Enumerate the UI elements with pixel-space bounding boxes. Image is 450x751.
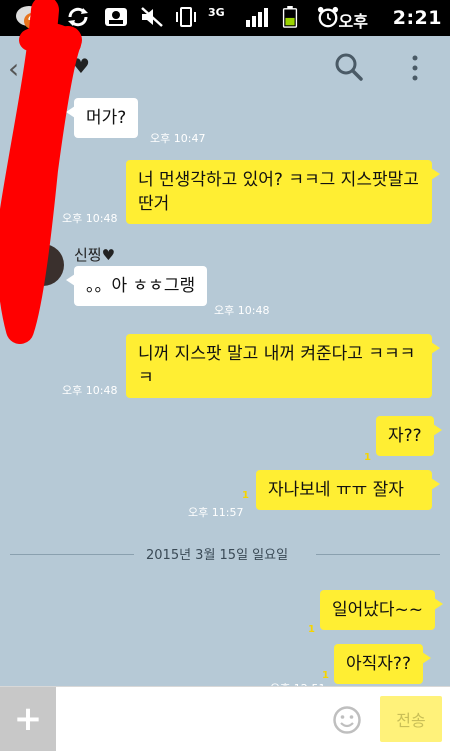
message-text: 。。아 ㅎㅎ그랭 (86, 276, 196, 296)
notification-count: 4 (28, 13, 35, 24)
send-button[interactable]: 전송 (380, 696, 442, 742)
attach-plus-button[interactable]: + (0, 687, 56, 751)
more-vert-icon[interactable] (410, 54, 420, 82)
plus-icon: + (13, 699, 43, 739)
profile-icon (105, 8, 127, 26)
search-icon[interactable] (334, 52, 364, 82)
message-text: 니꺼 지스팟 말고 내꺼 켜준다고 ㅋㅋㅋㅋ (138, 344, 416, 388)
date-divider: 2015년 3월 15일 일요일 (146, 548, 289, 563)
message-text: 아직자?? (346, 654, 411, 674)
back-arrow-icon[interactable]: ‹ (8, 52, 19, 85)
input-bar: + 전송 (0, 686, 450, 751)
unread-count: 1 (242, 490, 249, 501)
message-bubble[interactable]: 니꺼 지스팟 말고 내꺼 켜준다고 ㅋㅋㅋㅋ (126, 334, 440, 398)
battery-icon (282, 6, 298, 28)
status-ampm: 오후 (338, 12, 368, 31)
message-bubble[interactable]: 자?? (376, 416, 442, 456)
message-text: 자?? (388, 426, 422, 446)
message-bubble[interactable]: 너 먼생각하고 있어? ㅋㅋ그 지스팟말고 딴거 (126, 160, 440, 224)
message-text: 일어났다~~ (332, 600, 424, 620)
sender-name: 신찡♥ (74, 246, 116, 264)
3g-icon: 3G (208, 6, 234, 28)
mute-icon (141, 7, 163, 27)
avatar[interactable] (22, 244, 64, 286)
message-text: 너 먼생각하고 있어? ㅋㅋ그 지스팟말고 딴거 (138, 170, 419, 214)
message-time: 오후 10:47 (150, 132, 206, 145)
date-divider-line-left (10, 554, 134, 555)
message-bubble[interactable]: 머가? (65, 98, 139, 138)
kakao-notification-icon: 4 (14, 4, 44, 32)
message-bubble[interactable]: 자나보네 ㅠㅠ 잘자 (256, 470, 440, 510)
vibrate-icon (176, 7, 196, 27)
sync-icon (68, 7, 88, 27)
message-bubble[interactable]: 일어났다~~ (320, 590, 444, 630)
chat-area[interactable]: 머가? 오후 10:47 너 먼생각하고 있어? ㅋㅋ그 지스팟말고 딴거 오후… (0, 98, 450, 695)
signal-icon (246, 8, 268, 27)
message-text: 머가? (86, 108, 127, 128)
unread-count: 1 (308, 624, 315, 635)
date-divider-line-right (316, 554, 440, 555)
message-time: 오후 10:48 (62, 384, 118, 397)
message-time: 오후 10:48 (214, 304, 270, 317)
chat-header: ‹ ♥ (0, 36, 450, 98)
message-time: 오후 11:57 (188, 506, 244, 519)
message-input[interactable] (62, 697, 326, 743)
header-heart-icon: ♥ (72, 54, 90, 78)
status-time: 2:21 (392, 7, 442, 29)
message-text: 자나보네 ㅠㅠ 잘자 (268, 480, 404, 500)
message-bubble[interactable]: 아직자?? (334, 644, 431, 684)
status-bar: 4 3G 오후 2:21 (0, 0, 450, 36)
network-type: 3G (208, 6, 225, 19)
emoticon-icon[interactable] (332, 705, 362, 735)
unread-count: 1 (364, 452, 371, 463)
message-bubble[interactable]: 。。아 ㅎㅎ그랭 (65, 266, 208, 306)
alarm-icon (317, 6, 339, 28)
message-time: 오후 10:48 (62, 212, 118, 225)
